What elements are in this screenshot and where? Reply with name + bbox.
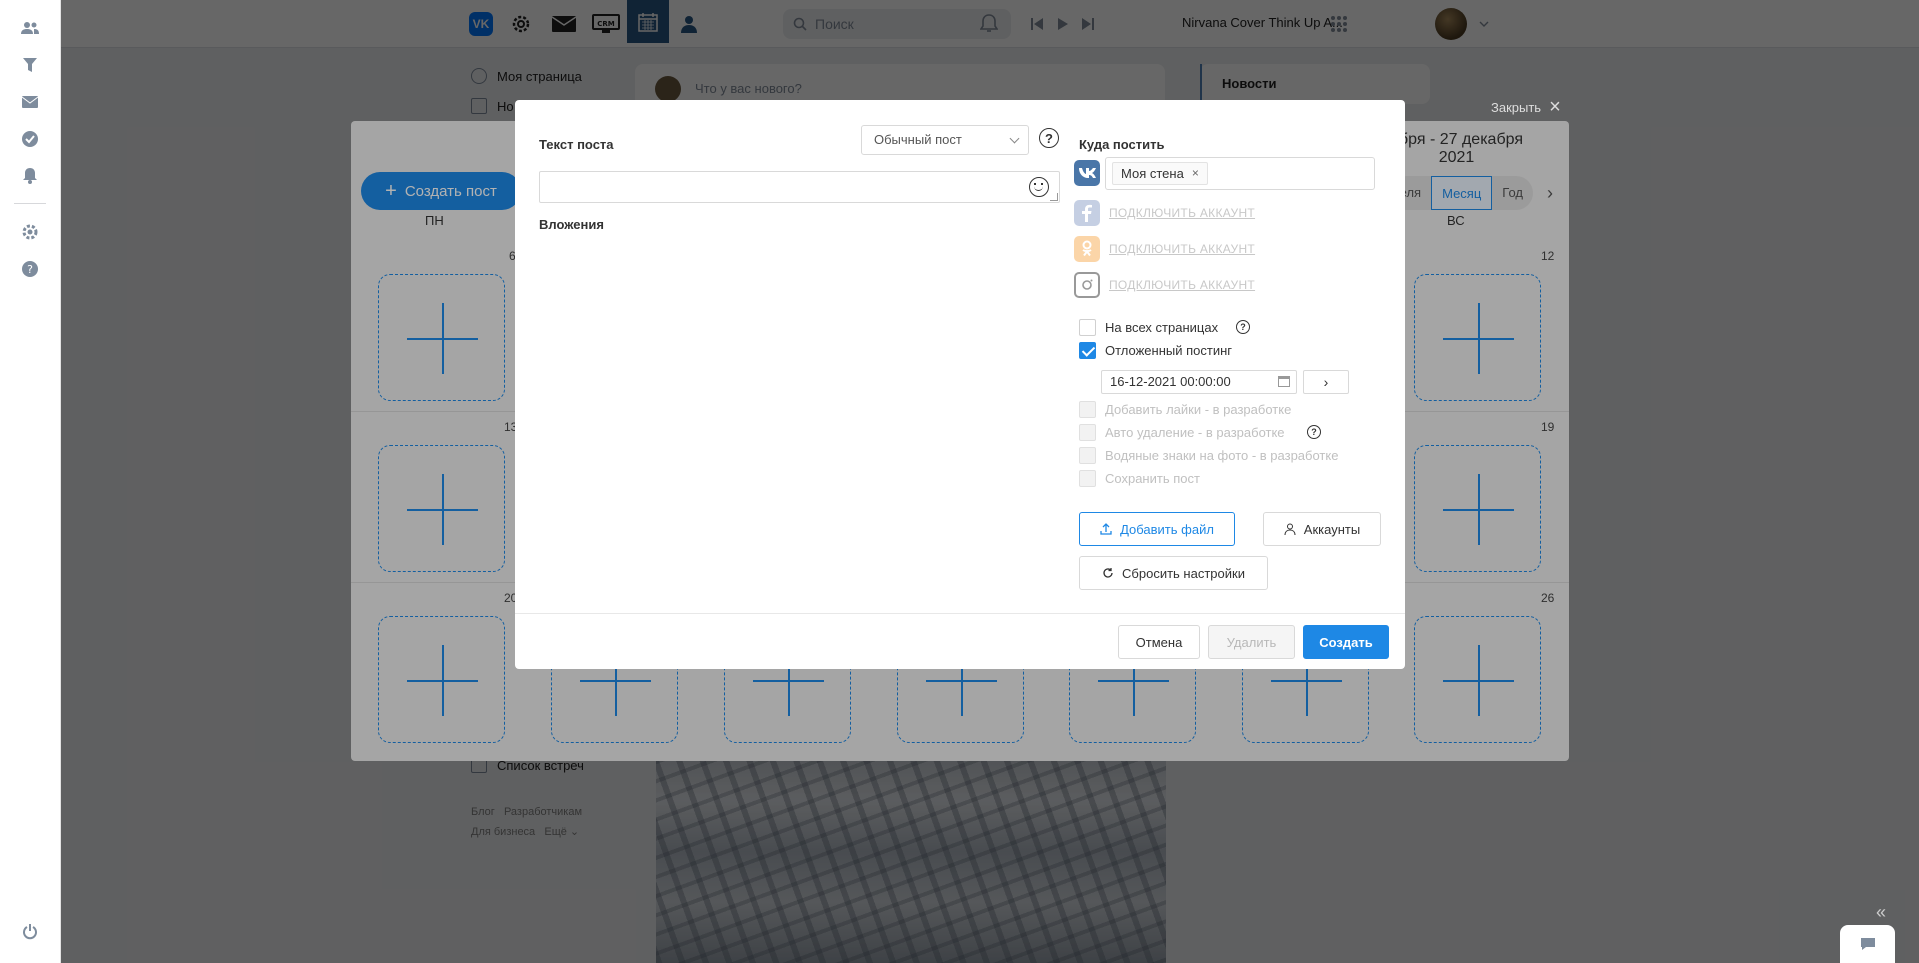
delayed-posting-checkbox[interactable] — [1079, 342, 1096, 359]
all-pages-label: На всех страницах — [1105, 320, 1219, 335]
vk-target-input[interactable]: Моя стена × — [1105, 157, 1375, 190]
collapse-icon[interactable]: « — [1876, 902, 1886, 923]
where-to-post-label: Куда постить — [1079, 137, 1165, 152]
close-button[interactable]: Закрыть × — [1491, 96, 1561, 118]
add-file-button[interactable]: Добавить файл — [1079, 512, 1235, 546]
create-button[interactable]: Создать — [1303, 625, 1389, 659]
add-likes-checkbox — [1079, 401, 1096, 418]
datetime-value: 16-12-2021 00:00:00 — [1110, 374, 1231, 389]
dialog-footer-divider — [515, 613, 1405, 614]
user-icon — [1284, 523, 1296, 535]
help-icon[interactable]: ? — [20, 259, 40, 279]
close-icon: × — [1549, 96, 1561, 118]
chevron-down-icon — [1009, 133, 1020, 144]
post-text-input[interactable] — [539, 171, 1060, 203]
delayed-posting-label: Отложенный постинг — [1105, 343, 1233, 358]
datetime-next-button[interactable]: › — [1303, 370, 1349, 394]
post-type-value: Обычный пост — [874, 132, 962, 147]
remove-tag-icon[interactable]: × — [1192, 163, 1199, 184]
auto-delete-checkbox — [1079, 424, 1096, 441]
auto-delete-label: Авто удаление - в разработке — [1105, 425, 1285, 440]
power-icon[interactable] — [20, 922, 40, 942]
help-icon[interactable]: ? — [1307, 425, 1321, 439]
cancel-button[interactable]: Отмена — [1118, 625, 1200, 659]
post-text-label: Текст поста — [539, 137, 614, 152]
accounts-button[interactable]: Аккаунты — [1263, 512, 1381, 546]
delete-button: Удалить — [1208, 625, 1295, 659]
save-post-checkbox — [1079, 470, 1096, 487]
mail-icon[interactable] — [20, 92, 40, 112]
attachments-label: Вложения — [539, 217, 604, 232]
help-icon[interactable]: ? — [1236, 320, 1250, 334]
add-file-label: Добавить файл — [1120, 521, 1214, 537]
facebook-icon — [1074, 200, 1100, 226]
gear-icon[interactable] — [20, 222, 40, 242]
reset-settings-label: Сбросить настройки — [1122, 565, 1245, 581]
upload-icon — [1100, 523, 1112, 535]
target-tag: Моя стена × — [1112, 162, 1208, 185]
connect-instagram-link[interactable]: ПОДКЛЮЧИТЬ АККАУНТ — [1109, 278, 1255, 292]
instagram-icon — [1074, 272, 1100, 298]
all-pages-checkbox[interactable] — [1079, 319, 1096, 336]
check-circle-icon[interactable] — [20, 129, 40, 149]
bell-icon[interactable] — [20, 166, 40, 186]
datetime-input[interactable]: 16-12-2021 00:00:00 — [1101, 370, 1297, 394]
connect-facebook-link[interactable]: ПОДКЛЮЧИТЬ АККАУНТ — [1109, 206, 1255, 220]
divider — [14, 203, 46, 204]
filter-icon[interactable] — [20, 55, 40, 75]
reset-icon — [1103, 568, 1113, 578]
watermarks-label: Водяные знаки на фото - в разработке — [1105, 448, 1339, 463]
watermarks-checkbox — [1079, 447, 1096, 464]
resize-handle[interactable] — [1050, 193, 1058, 201]
vk-logo-icon — [1074, 160, 1100, 186]
accounts-label: Аккаунты — [1303, 521, 1361, 537]
users-icon[interactable] — [20, 18, 40, 38]
chat-button[interactable] — [1840, 925, 1895, 963]
emoji-icon[interactable] — [1029, 177, 1049, 197]
save-post-label: Сохранить пост — [1105, 471, 1200, 486]
post-type-select[interactable]: Обычный пост — [861, 125, 1029, 155]
extension-sidebar: ? — [0, 0, 61, 963]
chat-icon — [1860, 938, 1875, 950]
help-icon[interactable]: ? — [1039, 128, 1059, 148]
reset-settings-button[interactable]: Сбросить настройки — [1079, 556, 1268, 590]
add-likes-label: Добавить лайки - в разработке — [1105, 402, 1292, 417]
svg-text:?: ? — [27, 263, 33, 276]
odnoklassniki-icon — [1074, 236, 1100, 262]
target-tag-label: Моя стена — [1121, 166, 1184, 181]
calendar-icon[interactable] — [1278, 376, 1290, 387]
connect-ok-link[interactable]: ПОДКЛЮЧИТЬ АККАУНТ — [1109, 242, 1255, 256]
create-post-dialog: Текст поста Обычный пост ? Вложения Куда… — [515, 100, 1405, 669]
close-label: Закрыть — [1491, 100, 1542, 115]
